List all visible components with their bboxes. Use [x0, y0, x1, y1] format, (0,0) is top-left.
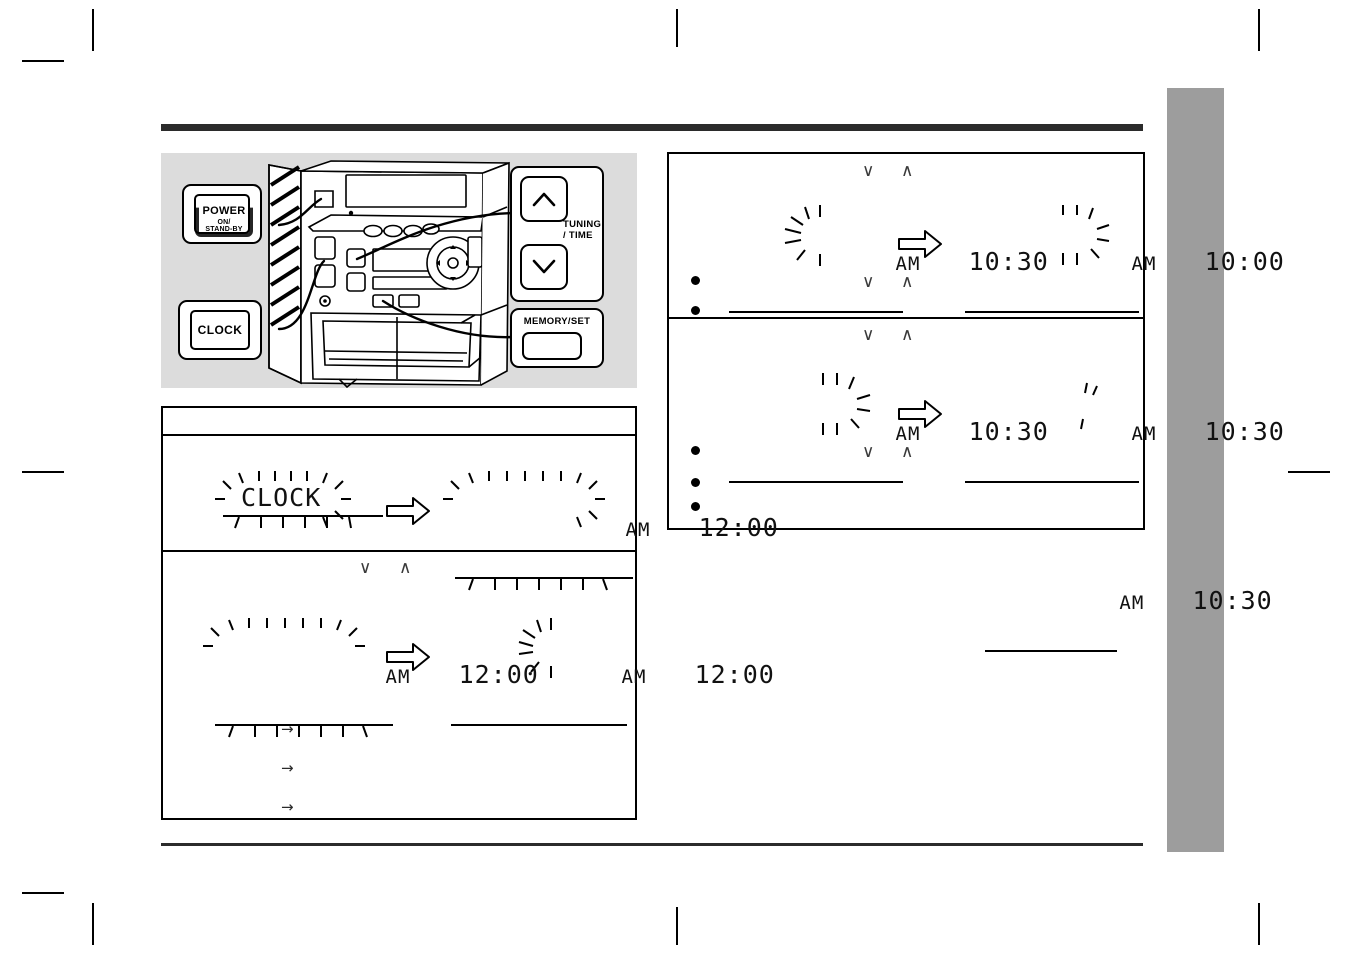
tuning-label-line2: / TIME: [563, 230, 593, 241]
page-header-rule: [161, 124, 1143, 131]
lcd-display-standalone-am-1030: AM 10:30: [985, 556, 1275, 652]
lcd-ampm-indicator: AM: [895, 253, 921, 275]
bullet-point: [691, 276, 700, 285]
lcd-tick-marks: [468, 579, 608, 591]
power-label-line3: STAND-BY: [205, 226, 243, 233]
step-arrow-clock-to-time: [385, 496, 431, 531]
lcd-time-spacer: [920, 247, 968, 276]
chevron-down-icon-left: ∨: [359, 558, 372, 578]
chevron-up-icon-right-top: ∧: [901, 161, 914, 181]
lcd-time-spacer: [650, 513, 698, 542]
lcd-ampm-indicator: AM: [1131, 253, 1157, 275]
left-panel-header: [163, 408, 635, 436]
power-label-line2: ON/: [217, 219, 231, 226]
lcd-display-am-1000-minutes-blink: AM 10:00: [965, 205, 1287, 313]
sub-arrow-3: →: [281, 798, 294, 816]
lcd-time-spacer: [920, 417, 968, 446]
lcd-ampm-indicator: AM: [385, 666, 411, 688]
crop-mark-middle-right: [1288, 471, 1330, 473]
lcd-ampm-indicator: AM: [621, 666, 647, 688]
lcd-display-am-1200-hours-blink: AM 12:00: [451, 618, 777, 726]
bullet-point: [691, 446, 700, 455]
callout-memory-set-label: MEMORY/SET: [523, 316, 591, 327]
lcd-time-value: 12:00: [694, 660, 775, 689]
lcd-ampm-indicator: AM: [895, 423, 921, 445]
lcd-underline: [451, 724, 627, 726]
lcd-tick-marks: [234, 517, 352, 529]
crop-mark-top-left-horizontal: [22, 60, 64, 62]
right-panel-divider: [669, 317, 1143, 319]
lcd-time-spacer: [410, 660, 458, 689]
page-footer-rule: [161, 843, 1143, 846]
chevron-up-icon-left: ∧: [399, 558, 412, 578]
bullet-point: [691, 306, 700, 315]
illustration-panel: POWER ON/ STAND-BY CLOCK TUNING / TIME M…: [161, 153, 637, 388]
callout-clock-label: CLOCK: [197, 323, 243, 337]
crop-mark-bottom-left-horizontal: [22, 892, 64, 894]
lcd-time-value: 10:30: [1204, 417, 1285, 446]
lcd-time-spacer: [1156, 247, 1204, 276]
chevron-down-icon-right-top: ∨: [862, 161, 875, 181]
right-procedure-panel: ∨ ∧ AM 10:30 AM 10:00 ∨ ∧ ∨ ∧ AM 10:30 A…: [667, 152, 1284, 530]
power-label-line1: POWER: [202, 205, 246, 217]
lcd-underline: [965, 311, 1139, 313]
lcd-tick-marks: [228, 726, 368, 738]
crop-mark-bottom-left-vertical: [92, 903, 94, 945]
left-procedure-panel: CLOCK AM 12:00 ∨ ∧ AM 12:00 AM 12:00 → →…: [161, 406, 778, 820]
crop-mark-top-center: [676, 9, 678, 47]
manual-page: POWER ON/ STAND-BY CLOCK TUNING / TIME M…: [0, 0, 1351, 954]
lcd-ampm-indicator: AM: [1131, 423, 1157, 445]
tuning-label-line1: TUNING: [563, 219, 602, 230]
lcd-display-am-1200-blink: AM 12:00: [443, 471, 781, 591]
callout-tuning-time-label: TUNING / TIME: [563, 219, 607, 241]
callout-power-label: POWER ON/ STAND-BY: [197, 205, 251, 233]
crop-mark-top-right-vertical: [1258, 9, 1260, 51]
crop-mark-bottom-center: [676, 907, 678, 945]
lcd-ampm-indicator: AM: [1119, 592, 1145, 614]
lcd-underline: [729, 311, 903, 313]
chevron-up-icon-right-bottom: ∧: [901, 325, 914, 345]
lcd-underline: [965, 481, 1139, 483]
left-panel-header-text: [163, 408, 635, 418]
lcd-time-value: 12:00: [698, 513, 779, 542]
lcd-underline: [985, 650, 1117, 652]
lcd-ampm-indicator: AM: [625, 519, 651, 541]
crop-mark-top-left-vertical: [92, 9, 94, 51]
lcd-time-value: 10:30: [1192, 586, 1273, 615]
sub-arrow-1: →: [281, 720, 294, 738]
sub-arrow-2: →: [281, 759, 294, 777]
crop-mark-middle-left: [22, 471, 64, 473]
lcd-display-am-1030-set: AM 10:30: [965, 382, 1287, 483]
lcd-time-spacer: [646, 660, 694, 689]
lcd-time-spacer: [1156, 417, 1204, 446]
lcd-time-value: 10:00: [1204, 247, 1285, 276]
lcd-time-spacer: [1144, 586, 1192, 615]
lcd-display-clock-blink: CLOCK: [215, 471, 385, 529]
lcd-clock-text: CLOCK: [241, 483, 322, 512]
crop-mark-bottom-right-vertical: [1258, 903, 1260, 945]
chevron-down-icon-right-bottom: ∨: [862, 325, 875, 345]
